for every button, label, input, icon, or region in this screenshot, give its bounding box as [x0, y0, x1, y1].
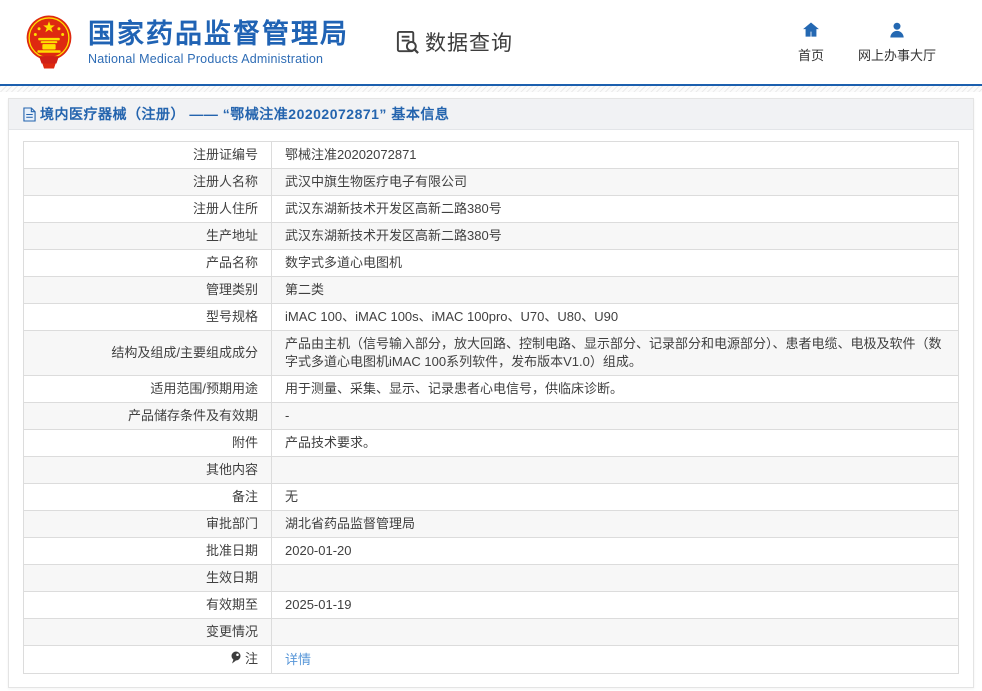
info-table-container: 注册证编号 鄂械注准20202072871 注册人名称 武汉中旗生物医疗电子有限…	[9, 130, 973, 687]
table-row: 适用范围/预期用途 用于测量、采集、显示、记录患者心电信号，供临床诊断。	[24, 376, 959, 403]
field-label: 管理类别	[24, 277, 272, 304]
header: 国家药品监督管理局 National Medical Products Admi…	[0, 0, 982, 86]
nav-home[interactable]: 首页	[798, 20, 824, 64]
brand-block: 国家药品监督管理局 National Medical Products Admi…	[88, 19, 349, 66]
field-value: 详情	[272, 646, 959, 674]
field-label: 有效期至	[24, 592, 272, 619]
national-emblem-logo	[22, 13, 76, 71]
content-panel: 境内医疗器械（注册） —— “鄂械注准20202072871” 基本信息 注册证…	[8, 98, 974, 688]
table-row: 结构及组成/主要组成成分 产品由主机（信号输入部分，放大回路、控制电路、显示部分…	[24, 331, 959, 376]
field-label: 附件	[24, 430, 272, 457]
field-value: 第二类	[272, 277, 959, 304]
document-icon	[23, 107, 36, 122]
field-label: 生产地址	[24, 223, 272, 250]
table-row: 注册人住所 武汉东湖新技术开发区高新二路380号	[24, 196, 959, 223]
table-row: 附件 产品技术要求。	[24, 430, 959, 457]
field-label: 备注	[24, 484, 272, 511]
field-value: 2025-01-19	[272, 592, 959, 619]
field-label: 生效日期	[24, 565, 272, 592]
field-value: -	[272, 403, 959, 430]
field-value: 武汉东湖新技术开发区高新二路380号	[272, 196, 959, 223]
table-row: 注 详情	[24, 646, 959, 674]
header-nav: 首页 网上办事大厅	[798, 20, 960, 64]
page-title-bar: 境内医疗器械（注册） —— “鄂械注准20202072871” 基本信息	[9, 99, 973, 130]
field-value: 鄂械注准20202072871	[272, 142, 959, 169]
field-label: 产品储存条件及有效期	[24, 403, 272, 430]
field-label: 型号规格	[24, 304, 272, 331]
table-row: 产品名称 数字式多道心电图机	[24, 250, 959, 277]
nav-home-label: 首页	[798, 45, 824, 64]
nav-service-hall-label: 网上办事大厅	[858, 45, 936, 64]
table-row: 注册人名称 武汉中旗生物医疗电子有限公司	[24, 169, 959, 196]
table-row: 生效日期	[24, 565, 959, 592]
field-label: 结构及组成/主要组成成分	[24, 331, 272, 376]
data-query-label: 数据查询	[425, 27, 513, 57]
field-label: 适用范围/预期用途	[24, 376, 272, 403]
pin-icon	[230, 651, 242, 669]
field-value	[272, 619, 959, 646]
field-value: 产品技术要求。	[272, 430, 959, 457]
field-value	[272, 457, 959, 484]
field-label: 其他内容	[24, 457, 272, 484]
page-title: 境内医疗器械（注册） —— “鄂械注准20202072871” 基本信息	[40, 104, 449, 124]
table-row: 批准日期 2020-01-20	[24, 538, 959, 565]
brand-title-en: National Medical Products Administration	[88, 52, 349, 66]
document-search-icon	[395, 30, 420, 55]
field-value: 武汉东湖新技术开发区高新二路380号	[272, 223, 959, 250]
field-label: 注册人住所	[24, 196, 272, 223]
data-query-entry[interactable]: 数据查询	[395, 27, 513, 57]
field-label: 产品名称	[24, 250, 272, 277]
registration-info-table: 注册证编号 鄂械注准20202072871 注册人名称 武汉中旗生物医疗电子有限…	[23, 141, 959, 674]
field-value: iMAC 100、iMAC 100s、iMAC 100pro、U70、U80、U…	[272, 304, 959, 331]
field-label: 批准日期	[24, 538, 272, 565]
details-link[interactable]: 详情	[285, 652, 311, 667]
field-value: 湖北省药品监督管理局	[272, 511, 959, 538]
table-row: 其他内容	[24, 457, 959, 484]
table-row: 备注 无	[24, 484, 959, 511]
table-row: 有效期至 2025-01-19	[24, 592, 959, 619]
field-value: 产品由主机（信号输入部分，放大回路、控制电路、显示部分、记录部分和电源部分）、患…	[272, 331, 959, 376]
field-value: 武汉中旗生物医疗电子有限公司	[272, 169, 959, 196]
field-label: 变更情况	[24, 619, 272, 646]
field-value: 无	[272, 484, 959, 511]
table-row: 产品储存条件及有效期 -	[24, 403, 959, 430]
table-row: 审批部门 湖北省药品监督管理局	[24, 511, 959, 538]
field-label: 注册人名称	[24, 169, 272, 196]
user-icon	[887, 20, 907, 40]
hatch-divider	[0, 86, 982, 92]
table-row: 型号规格 iMAC 100、iMAC 100s、iMAC 100pro、U70、…	[24, 304, 959, 331]
field-value	[272, 565, 959, 592]
field-label: 注册证编号	[24, 142, 272, 169]
home-icon	[801, 20, 821, 40]
table-row: 注册证编号 鄂械注准20202072871	[24, 142, 959, 169]
table-row: 管理类别 第二类	[24, 277, 959, 304]
table-row: 变更情况	[24, 619, 959, 646]
field-value: 2020-01-20	[272, 538, 959, 565]
nav-service-hall[interactable]: 网上办事大厅	[858, 20, 936, 64]
field-label: 审批部门	[24, 511, 272, 538]
field-value: 用于测量、采集、显示、记录患者心电信号，供临床诊断。	[272, 376, 959, 403]
field-label: 注	[24, 646, 272, 674]
table-row: 生产地址 武汉东湖新技术开发区高新二路380号	[24, 223, 959, 250]
brand-title-cn: 国家药品监督管理局	[88, 19, 349, 49]
field-value: 数字式多道心电图机	[272, 250, 959, 277]
